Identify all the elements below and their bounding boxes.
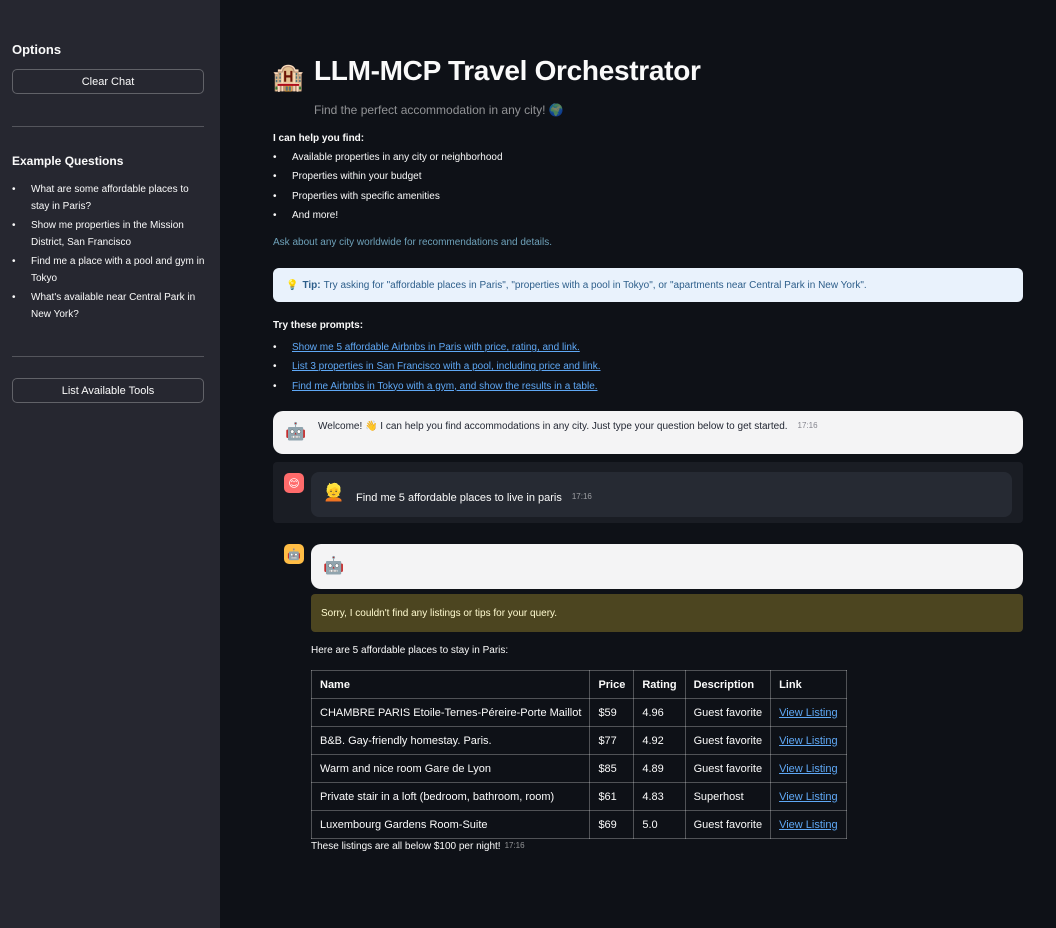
tip-text: Try asking for "affordable places in Par…: [323, 279, 867, 291]
example-questions-title: Example Questions: [12, 154, 124, 168]
prompt-item: Show me 5 affordable Airbnbs in Paris wi…: [273, 338, 601, 358]
help-caption: Ask about any city worldwide for recomme…: [273, 237, 553, 248]
cell-link: View Listing: [770, 754, 847, 783]
cell-name: Warm and nice room Gare de Lyon: [310, 754, 591, 783]
robot-icon: 🤖: [323, 556, 345, 575]
help-item: Available properties in any city or neig…: [273, 148, 503, 168]
results-intro: Here are 5 affordable places to stay in …: [311, 645, 509, 656]
list-tools-button[interactable]: List Available Tools: [12, 378, 204, 403]
cell-name: B&B. Gay-friendly homestay. Paris.: [310, 726, 591, 755]
example-question: Show me properties in the Mission Distri…: [12, 217, 208, 251]
cell-rating: 4.92: [633, 726, 686, 755]
prompt-link[interactable]: List 3 properties in San Francisco with …: [292, 361, 601, 372]
help-list: Available properties in any city or neig…: [273, 148, 503, 225]
cell-price: $69: [589, 810, 635, 839]
table-header-row: Name Price Rating Description Link: [310, 670, 847, 699]
view-listing-link[interactable]: View Listing: [779, 791, 838, 803]
prompt-item: Find me Airbnbs in Tokyo with a gym, and…: [273, 377, 601, 397]
warning-alert: Sorry, I couldn't find any listings or t…: [311, 594, 1023, 632]
user-bubble: 👱 Find me 5 affordable places to live in…: [311, 472, 1012, 517]
column-header: Link: [770, 670, 847, 699]
cell-link: View Listing: [770, 782, 847, 811]
cell-description: Guest favorite: [684, 754, 772, 783]
page-title: LLM-MCP Travel Orchestrator: [314, 55, 701, 86]
prompt-link[interactable]: Show me 5 affordable Airbnbs in Paris wi…: [292, 342, 580, 353]
example-question: What are some affordable places to stay …: [12, 181, 208, 215]
prompt-link[interactable]: Find me Airbnbs in Tokyo with a gym, and…: [292, 381, 598, 392]
cell-link: View Listing: [770, 726, 847, 755]
prompts-lead: Try these prompts:: [273, 320, 364, 331]
cell-price: $77: [589, 726, 635, 755]
tip-box: 💡 Tip: Try asking for "affordable places…: [273, 268, 1023, 302]
view-listing-link[interactable]: View Listing: [779, 707, 838, 719]
person-icon: 👱: [323, 483, 345, 502]
column-header: Rating: [633, 670, 686, 699]
assistant-avatar: 🤖: [284, 544, 304, 564]
cell-rating: 4.89: [633, 754, 686, 783]
main-content: 🏨 LLM-MCP Travel Orchestrator Find the p…: [220, 0, 1056, 928]
help-item: Properties with specific amenities: [273, 187, 503, 207]
cell-description: Guest favorite: [684, 698, 772, 727]
table-row: Warm and nice room Gare de Lyon $85 4.89…: [310, 754, 847, 783]
sidebar-divider: [12, 126, 204, 127]
help-item: Properties within your budget: [273, 167, 503, 187]
cell-link: View Listing: [770, 698, 847, 727]
column-header: Description: [684, 670, 772, 699]
timestamp: 17:16: [797, 421, 818, 430]
column-header: Price: [589, 670, 635, 699]
cell-link: View Listing: [770, 810, 847, 839]
view-listing-link[interactable]: View Listing: [779, 763, 838, 775]
prompts-list: Show me 5 affordable Airbnbs in Paris wi…: [273, 338, 601, 396]
column-header: Name: [310, 670, 591, 699]
table-row: Private stair in a loft (bedroom, bathro…: [310, 782, 847, 811]
welcome-text: Welcome! 👋 I can help you find accommoda…: [318, 421, 788, 432]
help-item: And more!: [273, 206, 503, 226]
cell-description: Guest favorite: [684, 726, 772, 755]
timestamp: 17:16: [571, 492, 592, 501]
cell-price: $61: [589, 782, 635, 811]
cell-rating: 4.96: [633, 698, 686, 727]
tip-label: Tip:: [302, 279, 321, 291]
table-row: B&B. Gay-friendly homestay. Paris. $77 4…: [310, 726, 847, 755]
cell-price: $85: [589, 754, 635, 783]
robot-icon: 🤖: [285, 422, 307, 441]
prompt-item: List 3 properties in San Francisco with …: [273, 357, 601, 377]
user-avatar: 😊: [284, 473, 304, 493]
help-lead: I can help you find:: [273, 133, 365, 144]
cell-description: Superhost: [684, 782, 772, 811]
welcome-text-wrap: Welcome! 👋 I can help you find accommoda…: [318, 421, 818, 432]
welcome-message: 🤖 Welcome! 👋 I can help you find accommo…: [273, 411, 1023, 454]
cell-name: CHAMBRE PARIS Etoile-Ternes-Péreire-Port…: [310, 698, 591, 727]
cell-rating: 4.83: [633, 782, 686, 811]
example-questions-list: What are some affordable places to stay …: [12, 181, 208, 325]
user-message: 😊 👱 Find me 5 affordable places to live …: [273, 462, 1023, 523]
lightbulb-icon: 💡: [286, 279, 299, 291]
user-text-wrap: Find me 5 affordable places to live in p…: [356, 492, 592, 504]
user-text: Find me 5 affordable places to live in p…: [356, 492, 562, 504]
cell-price: $59: [589, 698, 635, 727]
cell-description: Guest favorite: [684, 810, 772, 839]
example-question: What's available near Central Park in Ne…: [12, 289, 208, 323]
table-row: Luxembourg Gardens Room-Suite $69 5.0 Gu…: [310, 810, 847, 839]
clear-chat-button[interactable]: Clear Chat: [12, 69, 204, 94]
view-listing-link[interactable]: View Listing: [779, 735, 838, 747]
closing-text-wrap: These listings are all below $100 per ni…: [311, 841, 525, 852]
cell-name: Luxembourg Gardens Room-Suite: [310, 810, 591, 839]
sidebar-divider: [12, 356, 204, 357]
assistant-bubble: 🤖: [311, 544, 1023, 589]
listings-table: Name Price Rating Description Link CHAMB…: [310, 670, 847, 839]
sidebar-title: Options: [12, 42, 62, 57]
sidebar: Options Clear Chat Example Questions Wha…: [0, 0, 220, 928]
cell-name: Private stair in a loft (bedroom, bathro…: [310, 782, 591, 811]
page-subtitle: Find the perfect accommodation in any ci…: [314, 103, 564, 117]
timestamp: 17:16: [504, 841, 525, 850]
closing-text: These listings are all below $100 per ni…: [311, 841, 501, 852]
table-row: CHAMBRE PARIS Etoile-Ternes-Péreire-Port…: [310, 698, 847, 727]
cell-rating: 5.0: [633, 810, 686, 839]
example-question: Find me a place with a pool and gym in T…: [12, 253, 208, 287]
view-listing-link[interactable]: View Listing: [779, 819, 838, 831]
hotel-icon: 🏨: [272, 62, 305, 92]
